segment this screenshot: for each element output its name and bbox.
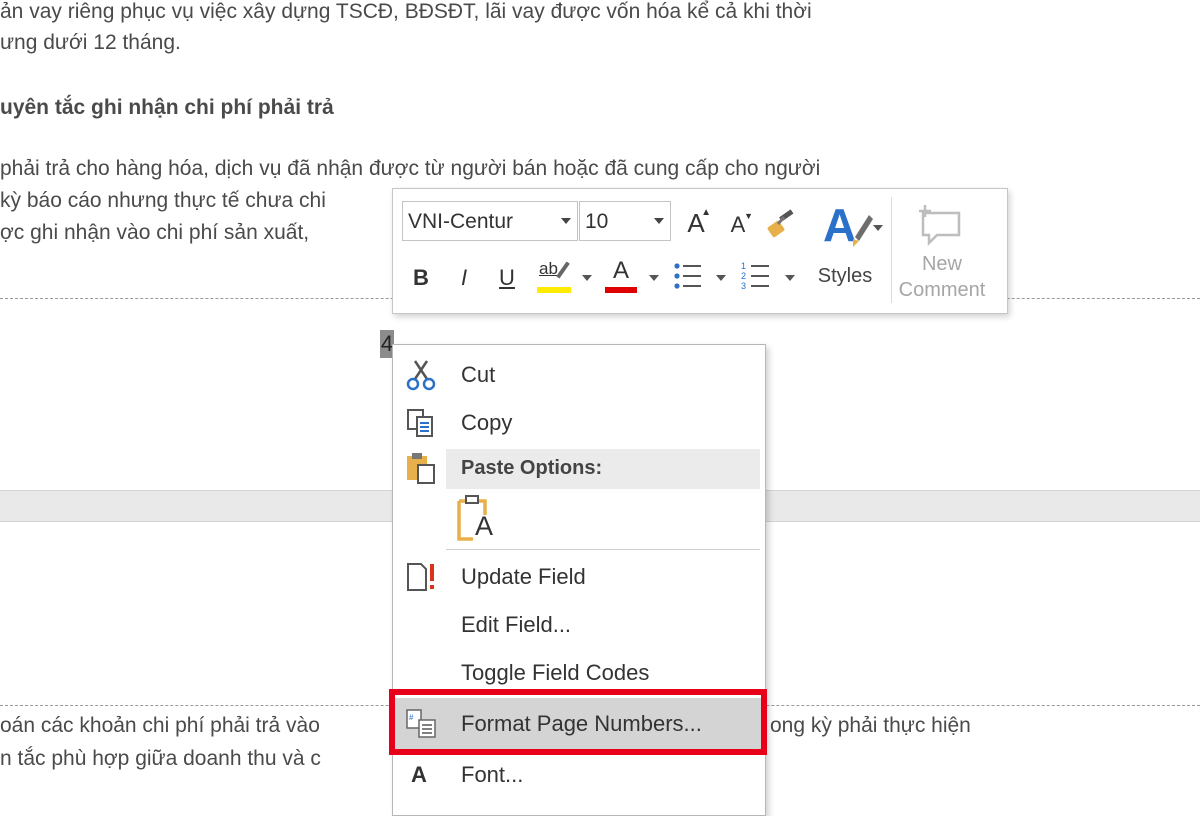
menu-item-label: Font... xyxy=(461,762,524,787)
highlight-color-swatch xyxy=(537,287,571,293)
menu-separator xyxy=(446,549,760,550)
bold-button[interactable]: B xyxy=(407,261,435,295)
doc-line-5: ợc ghi nhận vào chi phí sản xuất, xyxy=(0,221,310,244)
font-color-icon: A xyxy=(613,257,630,284)
bullets-button[interactable] xyxy=(671,259,705,293)
new-comment-icon xyxy=(919,205,961,247)
chevron-down-icon[interactable] xyxy=(561,218,571,224)
font-name-combo[interactable]: VNI-Centur xyxy=(402,201,578,241)
doc-line-3: phải trả cho hàng hóa, dịch vụ đã nhận đ… xyxy=(0,157,821,180)
doc-line-6: oán các khoản chi phí phải trả vào xyxy=(0,714,320,737)
shrink-font-button[interactable]: A ▼ xyxy=(723,209,753,241)
menu-item-label: Update Field xyxy=(461,564,586,589)
styles-label: Styles xyxy=(817,265,873,287)
chevron-down-icon[interactable] xyxy=(654,218,664,224)
doc-line-2: ưng dưới 12 tháng. xyxy=(0,31,181,54)
chevron-down-icon[interactable] xyxy=(716,275,726,281)
caret-down-icon: ▼ xyxy=(744,211,753,221)
paste-options-label: Paste Options: xyxy=(461,457,603,479)
copy-icon xyxy=(407,409,433,437)
svg-text:3: 3 xyxy=(741,281,746,291)
svg-text:A: A xyxy=(823,199,856,251)
menu-item-label: Edit Field... xyxy=(461,612,572,637)
numbered-list-icon: 1 2 3 xyxy=(741,261,769,291)
svg-text:1: 1 xyxy=(741,261,746,271)
highlight-button[interactable]: ab xyxy=(535,255,575,295)
styles-button[interactable]: A xyxy=(818,195,876,255)
styles-icon: A xyxy=(823,199,873,251)
grow-font-button[interactable]: A ▲ xyxy=(679,205,713,241)
toolbar-divider xyxy=(891,197,892,303)
format-painter-icon xyxy=(767,209,794,238)
italic-button[interactable]: I xyxy=(451,261,477,295)
paste-options-header: Paste Options: xyxy=(446,449,760,489)
mini-toolbar: VNI-Centur 10 A ▲ A ▼ A Styles New Comme… xyxy=(392,188,1008,314)
chevron-down-icon[interactable] xyxy=(649,275,659,281)
update-field-icon xyxy=(407,563,434,591)
clipboard-icon xyxy=(407,453,435,484)
new-comment-label-2: Comment xyxy=(898,279,986,301)
marker-icon xyxy=(556,261,570,279)
font-icon: A xyxy=(411,762,427,787)
chevron-down-icon[interactable] xyxy=(785,275,795,281)
new-comment-label-1: New xyxy=(921,253,962,275)
svg-text:2: 2 xyxy=(741,271,746,281)
menu-item-label: Cut xyxy=(461,362,496,387)
menu-item-label: Toggle Field Codes xyxy=(461,660,650,685)
menu-item-cut[interactable]: Cut xyxy=(393,351,765,399)
chevron-down-icon[interactable] xyxy=(582,275,592,281)
font-size-value: 10 xyxy=(585,210,609,233)
font-name-value: VNI-Centur xyxy=(408,210,514,233)
menu-item-edit-field[interactable]: Edit Field... xyxy=(393,601,765,649)
underline-button[interactable]: U xyxy=(493,261,521,295)
scissors-icon xyxy=(406,360,436,391)
format-painter-button[interactable] xyxy=(763,205,799,241)
doc-line-4: kỳ báo cáo nhưng thực tế chưa chi xyxy=(0,189,326,212)
doc-line-1: ản vay riêng phục vụ việc xây dựng TSCĐ,… xyxy=(0,0,812,23)
annotation-highlight-box xyxy=(389,689,767,755)
paste-text-glyph: A xyxy=(475,511,494,541)
chevron-down-icon[interactable] xyxy=(873,225,883,231)
doc-heading: uyên tắc ghi nhận chi phí phải trả xyxy=(0,96,334,119)
font-color-button[interactable]: A xyxy=(603,255,641,295)
menu-item-update-field[interactable]: Update Field xyxy=(393,553,765,601)
new-comment-button[interactable] xyxy=(913,201,967,251)
font-color-swatch xyxy=(605,287,637,293)
numbering-button[interactable]: 1 2 3 xyxy=(739,259,773,293)
menu-item-copy[interactable]: Copy xyxy=(393,399,765,447)
menu-item-label: Copy xyxy=(461,410,513,435)
bullet-list-icon xyxy=(674,263,701,289)
doc-line-7: n tắc phù hợp giữa doanh thu và c xyxy=(0,747,321,770)
caret-up-icon: ▲ xyxy=(701,207,711,218)
menu-item-font[interactable]: A Font... xyxy=(393,751,765,799)
font-size-combo[interactable]: 10 xyxy=(579,201,671,241)
paste-keep-text-only-button[interactable]: A xyxy=(455,495,499,541)
doc-line-6-right: ong kỳ phải thực hiện xyxy=(770,714,971,737)
